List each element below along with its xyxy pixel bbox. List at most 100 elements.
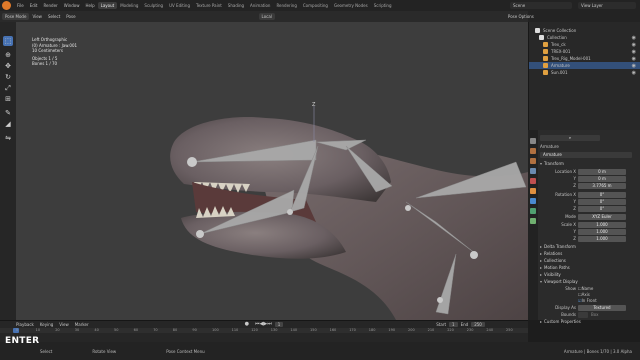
name-field[interactable]: Armature <box>540 151 632 158</box>
visibility-icon[interactable]: ◉ <box>632 56 636 62</box>
outliner-row[interactable]: Trex_Rig_Model-001 ◉ <box>529 55 640 62</box>
header-menu-view[interactable]: View <box>29 14 45 19</box>
tab-rendering[interactable]: Rendering <box>273 2 299 9</box>
rotation-z-field[interactable]: 0° <box>578 205 626 212</box>
header-menu-select[interactable]: Select <box>45 14 63 19</box>
outliner-row[interactable]: Scene Collection <box>529 27 640 34</box>
3d-viewport[interactable]: Z <box>16 22 528 320</box>
measure-tool-icon[interactable]: ◢ <box>3 119 13 129</box>
menu-file[interactable]: File <box>14 3 27 8</box>
panel-viewport-display[interactable]: Viewport Display <box>540 278 636 285</box>
timeline-menu-marker[interactable]: Marker <box>72 322 92 327</box>
world-tab-icon[interactable] <box>530 178 536 184</box>
move-tool-icon[interactable]: ✥ <box>3 61 13 71</box>
properties-search[interactable]: ⌕ <box>540 134 638 141</box>
timeline-tick-label: 80 <box>172 328 178 332</box>
output-tab-icon[interactable] <box>530 158 536 164</box>
playback-controls-icon[interactable]: ⏮◀▶⏭ <box>252 321 275 327</box>
timeline-menu-view[interactable]: View <box>56 322 72 327</box>
tab-geometry-nodes[interactable]: Geometry Nodes <box>331 2 371 9</box>
outliner-label: Sun.001 <box>551 70 568 75</box>
rotation-mode-dropdown[interactable]: XYZ Euler <box>578 213 626 220</box>
visibility-icon[interactable]: ◉ <box>632 42 636 48</box>
search-field[interactable]: ⌕ <box>540 134 600 141</box>
header-menu-pose[interactable]: Pose <box>63 14 78 19</box>
tab-shading[interactable]: Shading <box>225 2 247 9</box>
timeline-menu-keying[interactable]: Keying <box>37 322 56 327</box>
pose-breakdown-icon[interactable]: ⇋ <box>3 133 13 143</box>
timeline-tick-label: 0 <box>16 328 19 332</box>
panel-visibility[interactable]: Visibility <box>540 271 636 278</box>
armature-data-tab-icon[interactable] <box>530 208 536 214</box>
timeline-menu-playback[interactable]: Playback <box>0 322 37 327</box>
menu-help[interactable]: Help <box>82 3 97 8</box>
rotation-y-field[interactable]: 0° <box>578 198 626 205</box>
display-as-dropdown[interactable]: Textured <box>578 304 626 311</box>
tab-modeling[interactable]: Modeling <box>117 2 141 9</box>
orientation-dropdown[interactable]: Local <box>258 13 275 20</box>
panel-transform[interactable]: Transform <box>540 160 636 167</box>
record-icon[interactable]: ● <box>242 321 252 327</box>
annotate-tool-icon[interactable]: ✎ <box>3 108 13 118</box>
tab-sculpting[interactable]: Sculpting <box>141 2 166 9</box>
blender-logo-icon[interactable] <box>2 1 11 10</box>
mode-dropdown[interactable]: Pose Mode <box>2 13 30 20</box>
object-tab-icon[interactable] <box>530 188 536 194</box>
current-frame-field[interactable]: 1 <box>274 321 284 327</box>
panel-delta-transform[interactable]: Delta Transform <box>540 243 636 250</box>
timeline-tick-label: 140 <box>290 328 298 332</box>
pose-options-button[interactable]: Pose Options <box>505 14 537 19</box>
menu-render[interactable]: Render <box>40 3 60 8</box>
panel-collections[interactable]: Collections <box>540 257 636 264</box>
outliner-label: Trex_Rig_Model-001 <box>551 56 591 61</box>
location-x-field[interactable]: 0 m <box>578 168 626 175</box>
scale-z-field[interactable]: 1.000 <box>578 235 626 242</box>
visibility-icon[interactable]: ◉ <box>632 63 636 69</box>
scene-tab-icon[interactable] <box>530 168 536 174</box>
rotation-x-field[interactable]: 0° <box>578 191 626 198</box>
visibility-icon[interactable]: ◉ <box>632 70 636 76</box>
location-y-field[interactable]: 0 m <box>578 175 626 182</box>
render-tab-icon[interactable] <box>530 148 536 154</box>
bone-name-row: Armature <box>540 151 638 158</box>
scene-selector[interactable]: Scene <box>510 2 572 9</box>
location-z-field[interactable]: 3.7765 m <box>578 182 626 189</box>
panel-motion-paths[interactable]: Motion Paths <box>540 264 636 271</box>
outliner-row[interactable]: Armature ◉ <box>529 62 640 69</box>
menu-window[interactable]: Window <box>61 3 83 8</box>
bounds-label: Bounds <box>561 312 576 317</box>
rotate-tool-icon[interactable]: ↻ <box>3 72 13 82</box>
cursor-tool-icon[interactable]: ⊕ <box>3 50 13 60</box>
select-tool-icon[interactable]: ⬚ <box>3 36 13 46</box>
outliner-row[interactable]: Trex_ck ◉ <box>529 41 640 48</box>
tab-texture-paint[interactable]: Texture Paint <box>193 2 225 9</box>
scale-y-field[interactable]: 1.000 <box>578 228 626 235</box>
tab-layout[interactable]: Layout <box>97 2 118 9</box>
menu-edit[interactable]: Edit <box>27 3 41 8</box>
start-frame-field[interactable]: 1 <box>449 321 458 327</box>
view-layer-selector[interactable]: View Layer <box>578 2 636 9</box>
outliner-row[interactable]: Collection ◉ <box>529 34 640 41</box>
mesh-icon <box>543 56 548 61</box>
visibility-icon[interactable]: ◉ <box>632 49 636 55</box>
scale-tool-icon[interactable]: ⤢ <box>3 83 13 93</box>
transform-tool-icon[interactable]: ⊞ <box>3 94 13 104</box>
panel-label: Collections <box>544 258 566 263</box>
panel-relations[interactable]: Relations <box>540 250 636 257</box>
visibility-icon[interactable]: ◉ <box>632 35 636 41</box>
outliner-row[interactable]: Sun.001 ◉ <box>529 69 640 76</box>
bone-tab-icon[interactable] <box>530 218 536 224</box>
scale-x-field[interactable]: 1.000 <box>578 221 626 228</box>
modifier-tab-icon[interactable] <box>530 198 536 204</box>
tab-animation[interactable]: Animation <box>247 2 273 9</box>
tab-compositing[interactable]: Compositing <box>300 2 331 9</box>
tab-uv-editing[interactable]: UV Editing <box>166 2 193 9</box>
tool-tab-icon[interactable] <box>530 138 536 144</box>
bounds-checkbox[interactable] <box>578 311 588 318</box>
outliner-row[interactable]: TREX-001 ◉ <box>529 48 640 55</box>
timeline-tick-label: 180 <box>368 328 376 332</box>
tab-scripting[interactable]: Scripting <box>371 2 395 9</box>
panel-custom-properties[interactable]: Custom Properties <box>540 318 636 325</box>
end-frame-field[interactable]: 250 <box>471 321 485 327</box>
timeline-tick-label: 100 <box>212 328 219 332</box>
